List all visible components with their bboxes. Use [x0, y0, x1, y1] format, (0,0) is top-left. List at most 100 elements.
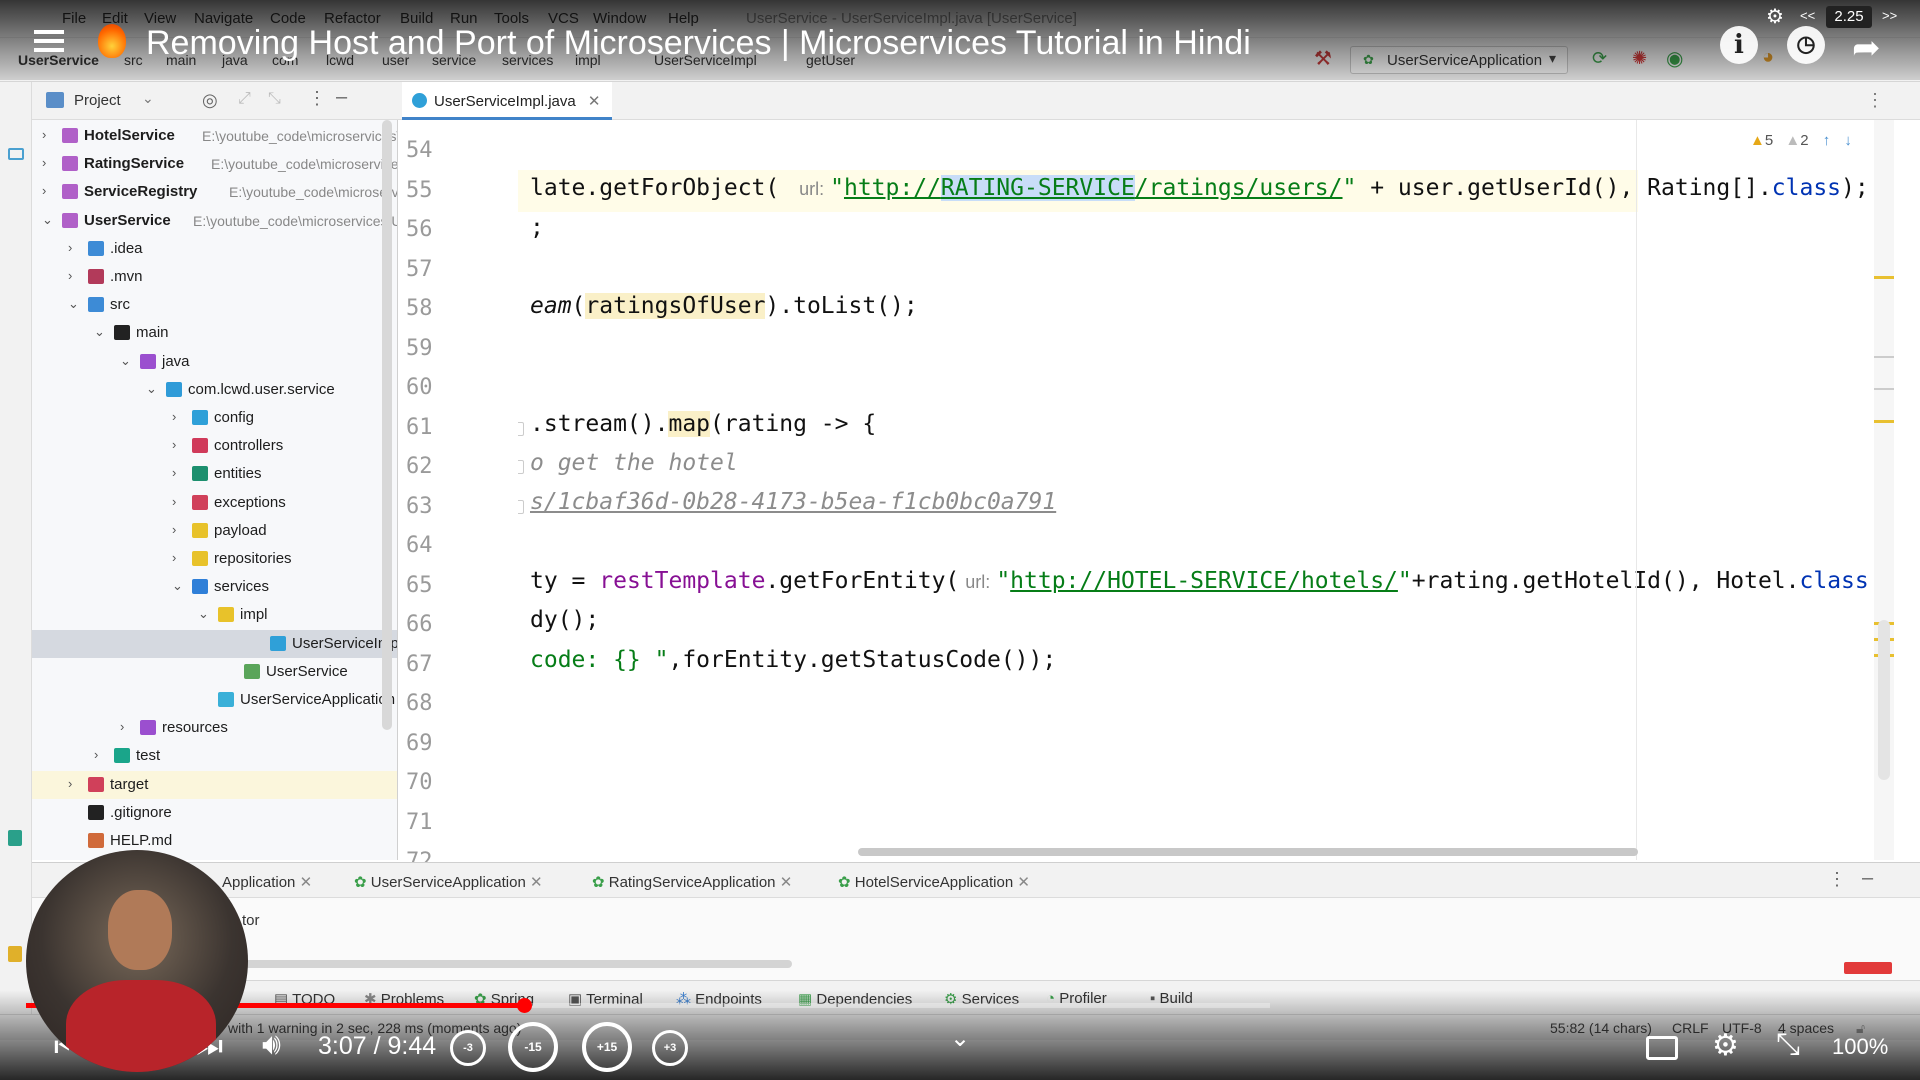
hide-panel-icon[interactable]: –: [1862, 867, 1873, 890]
chevron-down-icon[interactable]: ⌄: [950, 1024, 970, 1053]
chevron-down-icon[interactable]: ⌄: [146, 381, 158, 397]
breadcrumb-project[interactable]: UserService: [18, 52, 99, 68]
tree-item[interactable]: › .idea: [32, 235, 397, 263]
skip-forward-15-icon[interactable]: +15: [582, 1022, 632, 1072]
fold-marker-icon[interactable]: [518, 460, 524, 474]
tree-item[interactable]: › entities: [32, 460, 397, 488]
chevron-down-icon[interactable]: ⌄: [42, 212, 54, 228]
tree-item[interactable]: ⌄ com.lcwd.user.service: [32, 376, 397, 404]
caret-position[interactable]: 55:82 (14 chars): [1550, 1020, 1652, 1036]
chevron-down-icon[interactable]: ⌄: [120, 353, 132, 369]
structure-tool-icon[interactable]: [8, 946, 22, 962]
options-menu-icon[interactable]: ⋮: [1866, 90, 1884, 111]
rerun-icon[interactable]: ⟳: [1592, 48, 1607, 69]
project-tool-icon[interactable]: [8, 148, 24, 160]
tree-item[interactable]: ⌄ UserService E:\youtube_code\microservice…: [32, 207, 397, 235]
code-line-66[interactable]: dy();: [530, 607, 599, 633]
tree-item[interactable]: › target: [32, 770, 397, 799]
line-number[interactable]: 64: [406, 533, 446, 558]
previous-highlight-icon[interactable]: ↑: [1823, 132, 1831, 149]
code-line-65[interactable]: ty = restTemplate.getForEntity(url: "http…: [530, 568, 1869, 594]
chevron-right-icon[interactable]: ›: [172, 550, 184, 565]
bookmarks-tool-icon[interactable]: [8, 830, 22, 846]
chevron-right-icon[interactable]: ›: [94, 747, 106, 762]
skip-back-15-icon[interactable]: -15: [508, 1022, 558, 1072]
chevron-right-icon[interactable]: ›: [172, 465, 184, 480]
line-number[interactable]: 70: [406, 770, 446, 795]
tree-item[interactable]: › ServiceRegistry E:\youtube_code\microser…: [32, 178, 397, 206]
line-number[interactable]: 61: [406, 415, 446, 440]
close-tab-icon[interactable]: ✕: [780, 874, 793, 891]
debug-icon[interactable]: ✺: [1632, 48, 1647, 69]
collapse-all-icon[interactable]: ⤡: [268, 90, 281, 108]
run-tab[interactable]: Application ✕: [222, 873, 312, 891]
warning-marker[interactable]: [1874, 420, 1894, 423]
tree-item[interactable]: › repositories: [32, 545, 397, 573]
tree-item[interactable]: .gitignore: [32, 799, 397, 827]
expand-all-icon[interactable]: ⤢: [238, 90, 251, 108]
run-tab[interactable]: ✿ HotelServiceApplication ✕: [838, 873, 1030, 891]
chevron-down-icon[interactable]: ⌄: [172, 578, 184, 594]
close-tab-icon[interactable]: ✕: [530, 874, 543, 891]
options-menu-icon[interactable]: ⋮: [1828, 869, 1846, 890]
line-number[interactable]: 69: [406, 731, 446, 756]
tree-item[interactable]: › config: [32, 404, 397, 432]
error-stripe[interactable]: [1874, 120, 1894, 860]
run-console[interactable]: tor: [32, 898, 1920, 980]
code-line-61[interactable]: .stream().map(rating -> {: [530, 411, 876, 437]
inspection-widget[interactable]: ▲5 ▲2 ↑ ↓: [1750, 132, 1852, 149]
tree-item[interactable]: › .mvn: [32, 263, 397, 291]
chevron-down-icon[interactable]: ⌄: [94, 324, 106, 340]
settings-icon[interactable]: ⚙: [1712, 1028, 1739, 1063]
line-number[interactable]: 60: [406, 375, 446, 400]
hamburger-menu-icon[interactable]: [34, 30, 64, 52]
build-hammer-icon[interactable]: ⚒: [1314, 46, 1332, 71]
tree-item[interactable]: › resources: [32, 714, 397, 742]
chevron-right-icon[interactable]: ›: [172, 437, 184, 452]
line-number[interactable]: 57: [406, 257, 446, 282]
close-tab-icon[interactable]: ✕: [1017, 874, 1030, 891]
chevron-right-icon[interactable]: ›: [68, 776, 80, 791]
chevron-down-icon[interactable]: ⌄: [68, 296, 80, 312]
code-line-56[interactable]: ;: [530, 215, 544, 241]
line-number[interactable]: 55: [406, 178, 446, 203]
chevron-right-icon[interactable]: ›: [172, 494, 184, 509]
subscribe-badge[interactable]: [1844, 962, 1892, 974]
menu-file[interactable]: File: [62, 10, 86, 27]
horizontal-scrollbar[interactable]: [858, 848, 1638, 856]
progress-scrubber[interactable]: [516, 998, 532, 1013]
channel-logo-icon[interactable]: [98, 24, 126, 58]
close-tab-icon[interactable]: ✕: [588, 93, 601, 110]
chevron-down-icon[interactable]: ⌄: [198, 606, 210, 622]
chevron-right-icon[interactable]: ›: [172, 522, 184, 537]
line-number[interactable]: 63: [406, 494, 446, 519]
project-panel-title[interactable]: Project: [74, 92, 121, 109]
video-title[interactable]: Removing Host and Port of Microservices …: [146, 24, 1251, 63]
tree-item[interactable]: › test: [32, 742, 397, 770]
chevron-down-icon[interactable]: ⌄: [142, 90, 154, 107]
marker[interactable]: [1874, 388, 1894, 390]
gear-icon[interactable]: ⚙: [1766, 4, 1788, 28]
tree-item[interactable]: › exceptions: [32, 489, 397, 517]
code-line-67[interactable]: code: {} ",forEntity.getStatusCode());: [530, 647, 1056, 673]
chevron-right-icon[interactable]: ›: [42, 155, 54, 170]
code-line-62[interactable]: o get the hotel: [530, 450, 738, 476]
chevron-right-icon[interactable]: ›: [68, 240, 80, 255]
tree-scrollbar[interactable]: [382, 120, 392, 730]
hide-panel-icon[interactable]: –: [336, 86, 347, 109]
volume-icon[interactable]: 🔊︎: [262, 1028, 281, 1062]
share-icon[interactable]: ➦: [1852, 28, 1881, 68]
line-number[interactable]: 68: [406, 691, 446, 716]
skip-forward-3-icon[interactable]: +3: [652, 1030, 688, 1066]
tree-item[interactable]: UserServiceApplication: [32, 686, 397, 714]
tree-item[interactable]: ⌄ src: [32, 291, 397, 319]
tree-item[interactable]: ⌄ java: [32, 348, 397, 376]
fold-marker-icon[interactable]: [518, 422, 524, 436]
tree-item[interactable]: › RatingService E:\youtube_code\microservi…: [32, 150, 397, 178]
line-number[interactable]: 67: [406, 652, 446, 677]
code-line-55[interactable]: late.getForObject( url: "http://RATING-SE…: [530, 175, 1869, 201]
profile-icon[interactable]: ◕: [1762, 46, 1774, 69]
info-icon[interactable]: i: [1720, 26, 1758, 64]
coverage-icon[interactable]: ◉: [1666, 46, 1683, 71]
tree-item[interactable]: HELP.md: [32, 827, 397, 855]
